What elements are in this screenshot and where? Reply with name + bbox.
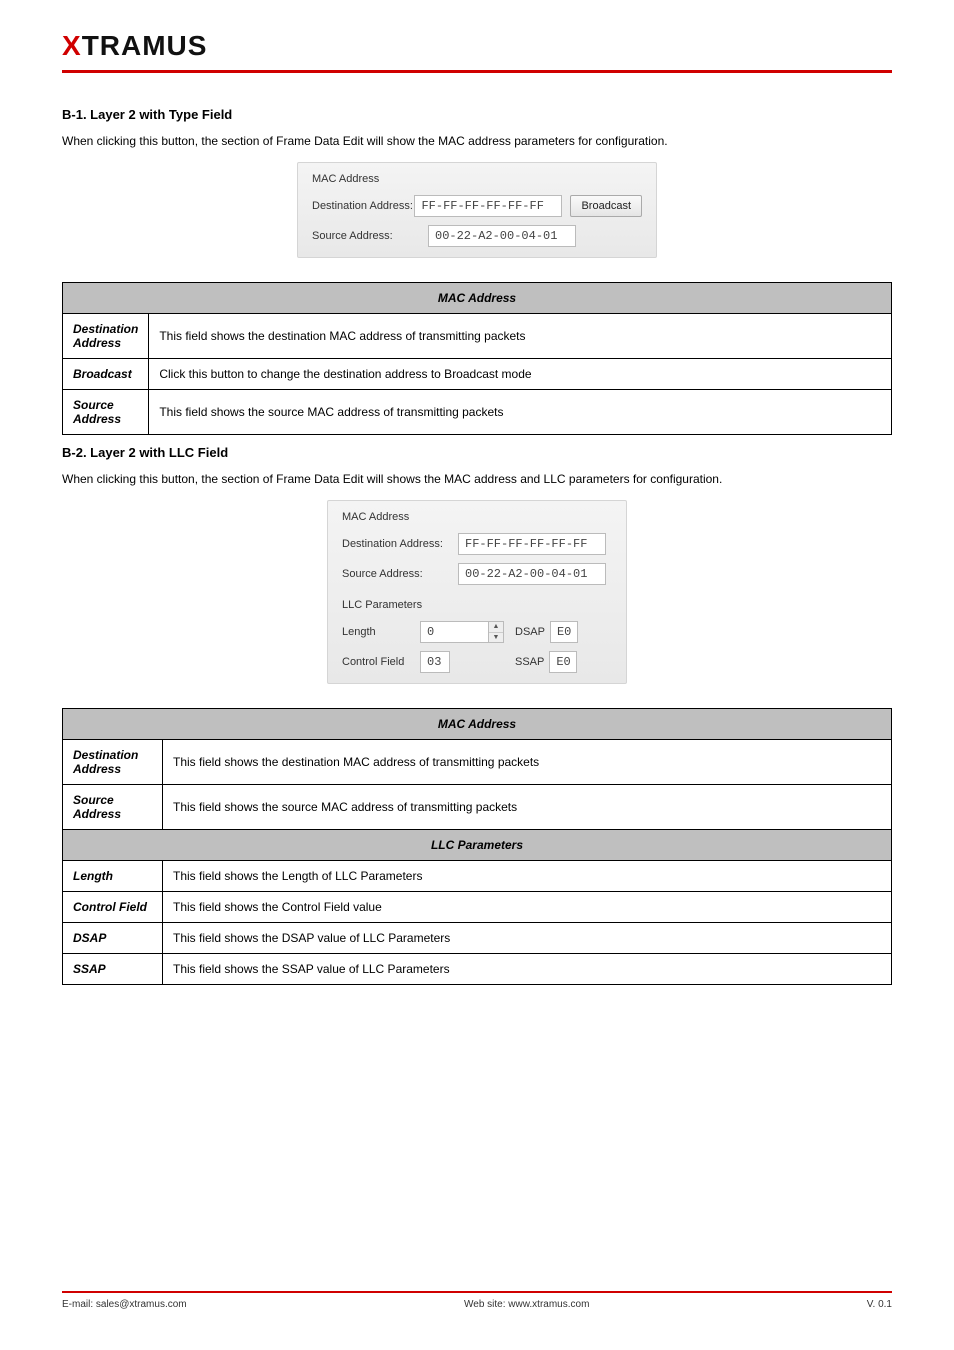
table-row: BroadcastClick this button to change the…	[63, 359, 892, 390]
intro-layer2-llc: When clicking this button, the section o…	[62, 470, 892, 488]
table-row: Destination AddressThis field shows the …	[63, 740, 892, 785]
broadcast-button[interactable]: Broadcast	[570, 195, 642, 217]
src-address-input-2[interactable]	[458, 563, 606, 585]
src-address-label: Source Address:	[312, 230, 428, 242]
heading-layer2-llc: B-2. Layer 2 with LLC Field	[62, 445, 892, 460]
heading-layer2-type: B-1. Layer 2 with Type Field	[62, 107, 892, 122]
table2-header2: LLC Parameters	[63, 830, 892, 861]
table-row: SSAPThis field shows the SSAP value of L…	[63, 954, 892, 985]
dest-address-input[interactable]	[414, 195, 562, 217]
dsap-input[interactable]	[550, 621, 578, 643]
ssap-input[interactable]	[549, 651, 577, 673]
dest-address-label-2: Destination Address:	[342, 538, 458, 550]
table-row: Destination AddressThis field shows the …	[63, 314, 892, 359]
mac-address-panel-1: MAC Address Destination Address: Broadca…	[297, 162, 657, 258]
logo-x: X	[62, 30, 82, 61]
footer-email: E-mail: sales@xtramus.com	[62, 1299, 187, 1310]
control-field-input[interactable]	[420, 651, 450, 673]
table-row: LengthThis field shows the Length of LLC…	[63, 861, 892, 892]
table-row: DSAPThis field shows the DSAP value of L…	[63, 923, 892, 954]
footer-website: Web site: www.xtramus.com	[464, 1299, 589, 1310]
mac-llc-table: MAC Address Destination AddressThis fiel…	[62, 708, 892, 985]
control-field-label: Control Field	[342, 656, 420, 668]
mac-address-table-1: MAC Address Destination AddressThis fiel…	[62, 282, 892, 435]
logo-rest: TRAMUS	[82, 30, 208, 61]
chevron-down-icon[interactable]: ▼	[489, 633, 503, 643]
ssap-label: SSAP	[515, 656, 544, 668]
src-address-input[interactable]	[428, 225, 576, 247]
table1-header: MAC Address	[63, 283, 892, 314]
table-row: Source AddressThis field shows the sourc…	[63, 785, 892, 830]
panel2-title2: LLC Parameters	[342, 599, 612, 611]
intro-layer2-type: When clicking this button, the section o…	[62, 132, 892, 150]
length-stepper[interactable]: ▲▼	[488, 621, 504, 643]
panel1-title: MAC Address	[312, 173, 642, 185]
footer-version: V. 0.1	[867, 1299, 892, 1310]
dest-address-label: Destination Address:	[312, 200, 414, 212]
dest-address-input-2[interactable]	[458, 533, 606, 555]
chevron-up-icon[interactable]: ▲	[489, 622, 503, 633]
dsap-label: DSAP	[515, 626, 545, 638]
footer-divider	[62, 1291, 892, 1293]
table-row: Source AddressThis field shows the sourc…	[63, 390, 892, 435]
length-input[interactable]	[420, 621, 488, 643]
mac-llc-panel: MAC Address Destination Address: Source …	[327, 500, 627, 684]
length-label: Length	[342, 626, 420, 638]
src-address-label-2: Source Address:	[342, 568, 458, 580]
panel2-title1: MAC Address	[342, 511, 612, 523]
brand-logo: XTRAMUS	[0, 0, 954, 70]
table-row: Control FieldThis field shows the Contro…	[63, 892, 892, 923]
table2-header1: MAC Address	[63, 709, 892, 740]
